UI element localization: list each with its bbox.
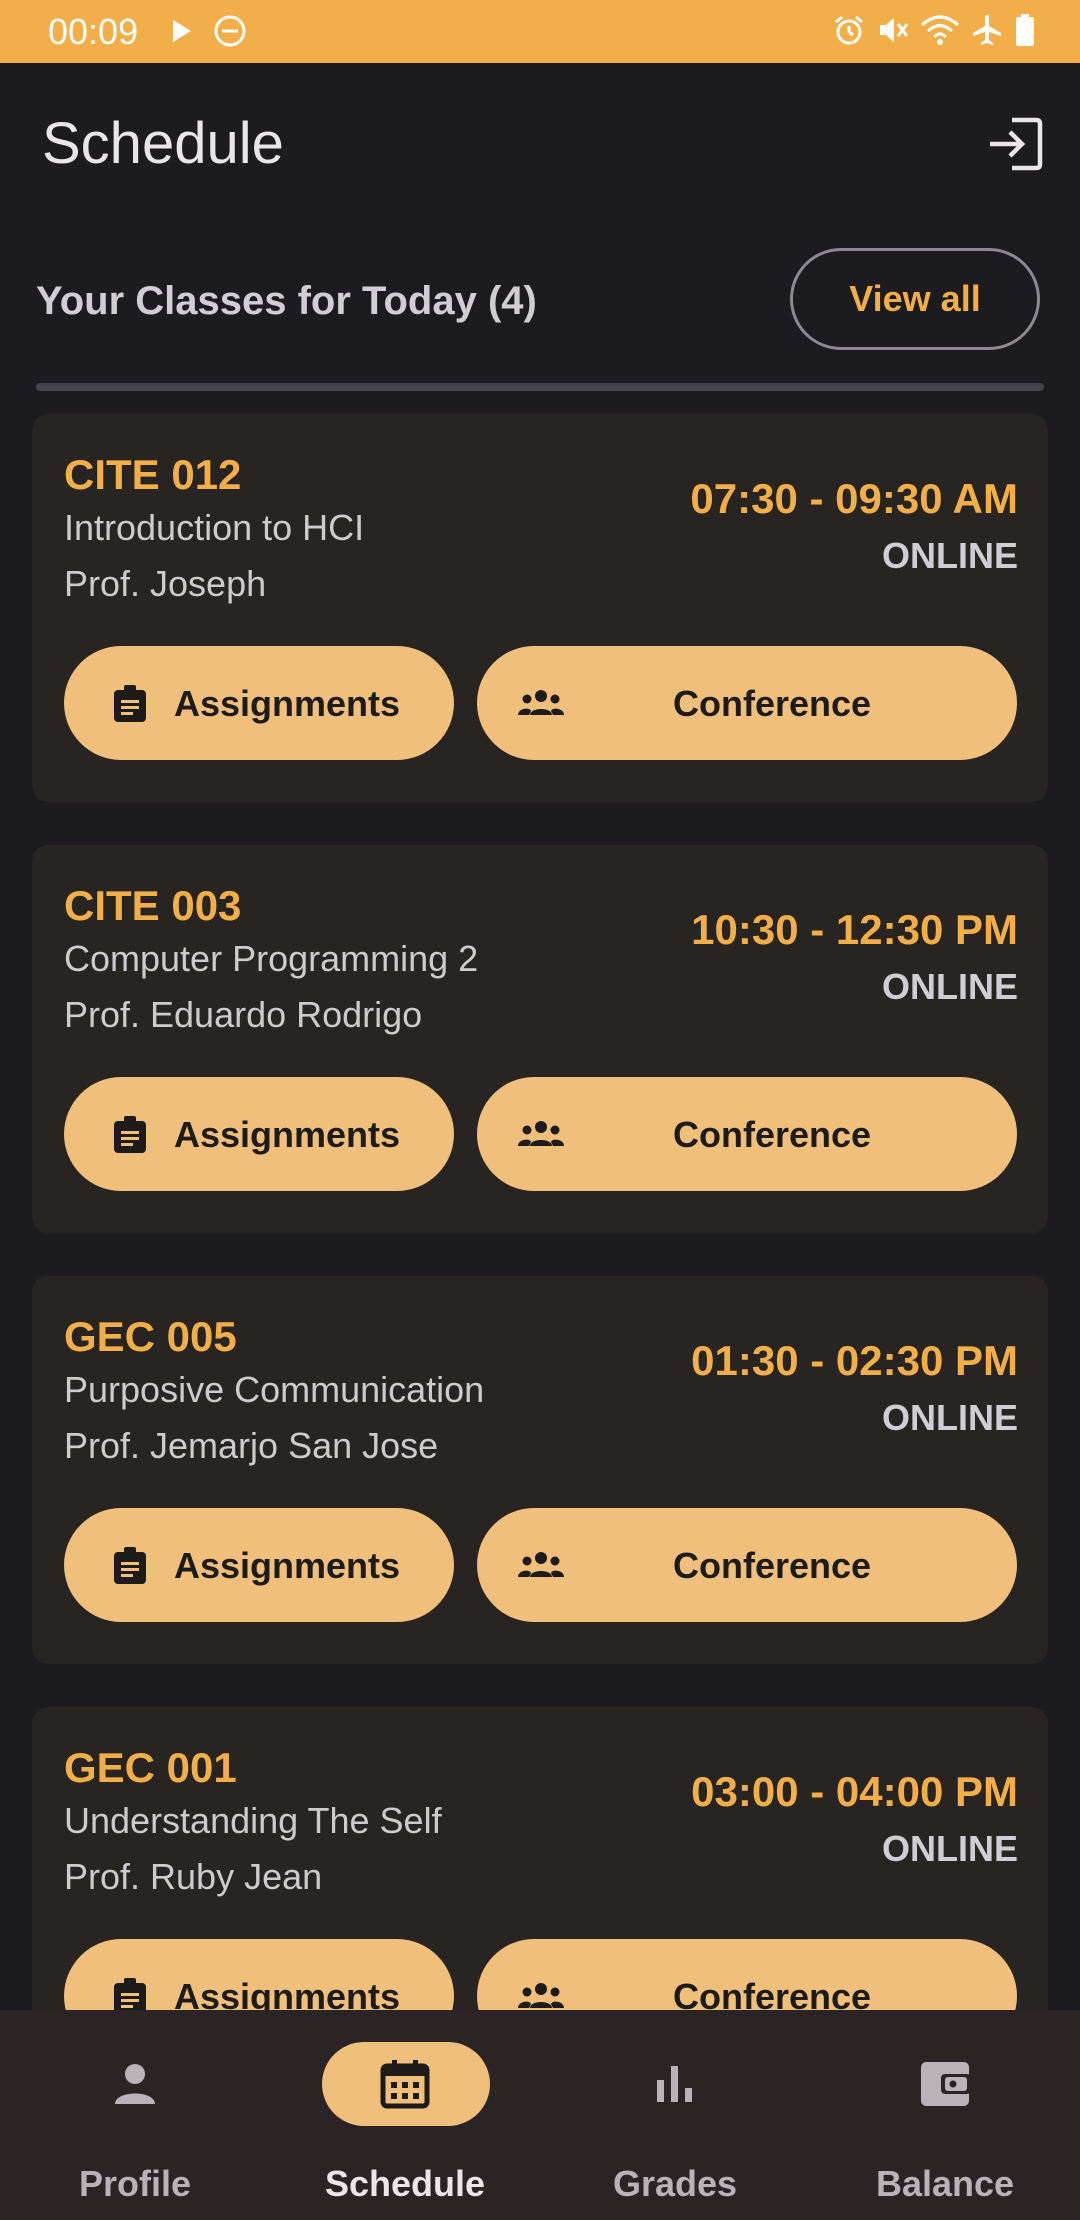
play-icon [170, 18, 194, 49]
course-time: 01:30 - 02:30 PM [691, 1337, 1018, 1384]
conference-button[interactable]: Conference [477, 1939, 1017, 2010]
conference-label: Conference [673, 683, 872, 724]
course-time: 10:30 - 12:30 PM [691, 906, 1018, 953]
alarm-icon [832, 13, 866, 52]
course-code: CITE 012 [64, 451, 242, 498]
conference-button[interactable]: Conference [477, 1077, 1017, 1191]
calendar-icon [379, 2058, 431, 2110]
nav-item-profile[interactable]: Profile [0, 2010, 270, 2220]
nav-label: Grades [612, 2163, 738, 2204]
course-mode: ONLINE [881, 1397, 1018, 1438]
mute-icon [876, 13, 910, 52]
status-time: 00:09 [48, 11, 139, 52]
group-icon [517, 1979, 565, 2010]
logout-icon[interactable] [986, 114, 1046, 174]
course-time: 03:00 - 04:00 PM [691, 1768, 1018, 1815]
assignments-button[interactable]: Assignments [64, 1508, 454, 1622]
course-name: Understanding The Self [64, 1800, 442, 1841]
assignments-label: Assignments [174, 683, 401, 724]
course-professor: Prof. Ruby Jean [64, 1856, 323, 1897]
class-card: CITE 012 Introduction to HCI Prof. Josep… [32, 414, 1048, 802]
class-list[interactable]: CITE 012 Introduction to HCI Prof. Josep… [0, 400, 1080, 2010]
assignments-label: Assignments [174, 1114, 401, 1155]
assignments-button[interactable]: Assignments [64, 1939, 454, 2010]
course-code: CITE 003 [64, 882, 242, 929]
nav-item-schedule[interactable]: Schedule [270, 2010, 540, 2220]
course-professor: Prof. Eduardo Rodrigo [64, 994, 423, 1035]
divider [36, 383, 1044, 391]
course-time: 07:30 - 09:30 AM [690, 475, 1018, 522]
nav-item-grades[interactable]: Grades [540, 2010, 810, 2220]
view-all-button[interactable]: View all [790, 248, 1040, 350]
nav-label: Schedule [324, 2163, 486, 2204]
battery-icon [1014, 13, 1036, 52]
wifi-icon [920, 13, 960, 52]
course-professor: Prof. Jemarjo San Jose [64, 1425, 439, 1466]
clipboard-icon [112, 1115, 148, 1164]
course-code: GEC 005 [64, 1313, 237, 1360]
assignments-label: Assignments [174, 1976, 401, 2010]
group-icon [517, 1117, 565, 1159]
clipboard-icon [112, 684, 148, 733]
assignments-button[interactable]: Assignments [64, 1077, 454, 1191]
bar-chart-icon [649, 2058, 701, 2110]
section-title: Your Classes for Today (4) [36, 279, 537, 323]
nav-label: Profile [78, 2163, 192, 2204]
airplane-icon [970, 13, 1004, 52]
person-icon [109, 2058, 161, 2110]
group-icon [517, 686, 565, 728]
course-name: Computer Programming 2 [64, 938, 479, 979]
assignments-label: Assignments [174, 1545, 401, 1586]
nav-item-balance[interactable]: Balance [810, 2010, 1080, 2220]
do-not-disturb-icon [213, 14, 247, 53]
status-bar: 00:09 [0, 0, 1080, 63]
conference-label: Conference [673, 1545, 872, 1586]
conference-label: Conference [673, 1114, 872, 1155]
course-mode: ONLINE [881, 966, 1018, 1007]
class-card: GEC 001 Understanding The Self Prof. Rub… [32, 1707, 1048, 2010]
clipboard-icon [112, 1546, 148, 1595]
conference-button[interactable]: Conference [477, 1508, 1017, 1622]
clipboard-icon [112, 1977, 148, 2010]
group-icon [517, 1548, 565, 1590]
course-professor: Prof. Joseph [64, 563, 267, 604]
wallet-icon [919, 2058, 971, 2110]
conference-button[interactable]: Conference [477, 646, 1017, 760]
conference-label: Conference [673, 1976, 872, 2010]
nav-label: Balance [875, 2163, 1015, 2204]
assignments-button[interactable]: Assignments [64, 646, 454, 760]
course-mode: ONLINE [881, 1828, 1018, 1869]
class-card: CITE 003 Computer Programming 2 Prof. Ed… [32, 845, 1048, 1233]
course-mode: ONLINE [881, 535, 1018, 576]
bottom-navigation: Profile Schedule Grades Balance [0, 2010, 1080, 2220]
course-code: GEC 001 [64, 1744, 237, 1791]
page-title: Schedule [42, 111, 284, 176]
class-card: GEC 005 Purposive Communication Prof. Je… [32, 1276, 1048, 1664]
course-name: Introduction to HCI [64, 507, 365, 548]
course-name: Purposive Communication [64, 1369, 485, 1410]
